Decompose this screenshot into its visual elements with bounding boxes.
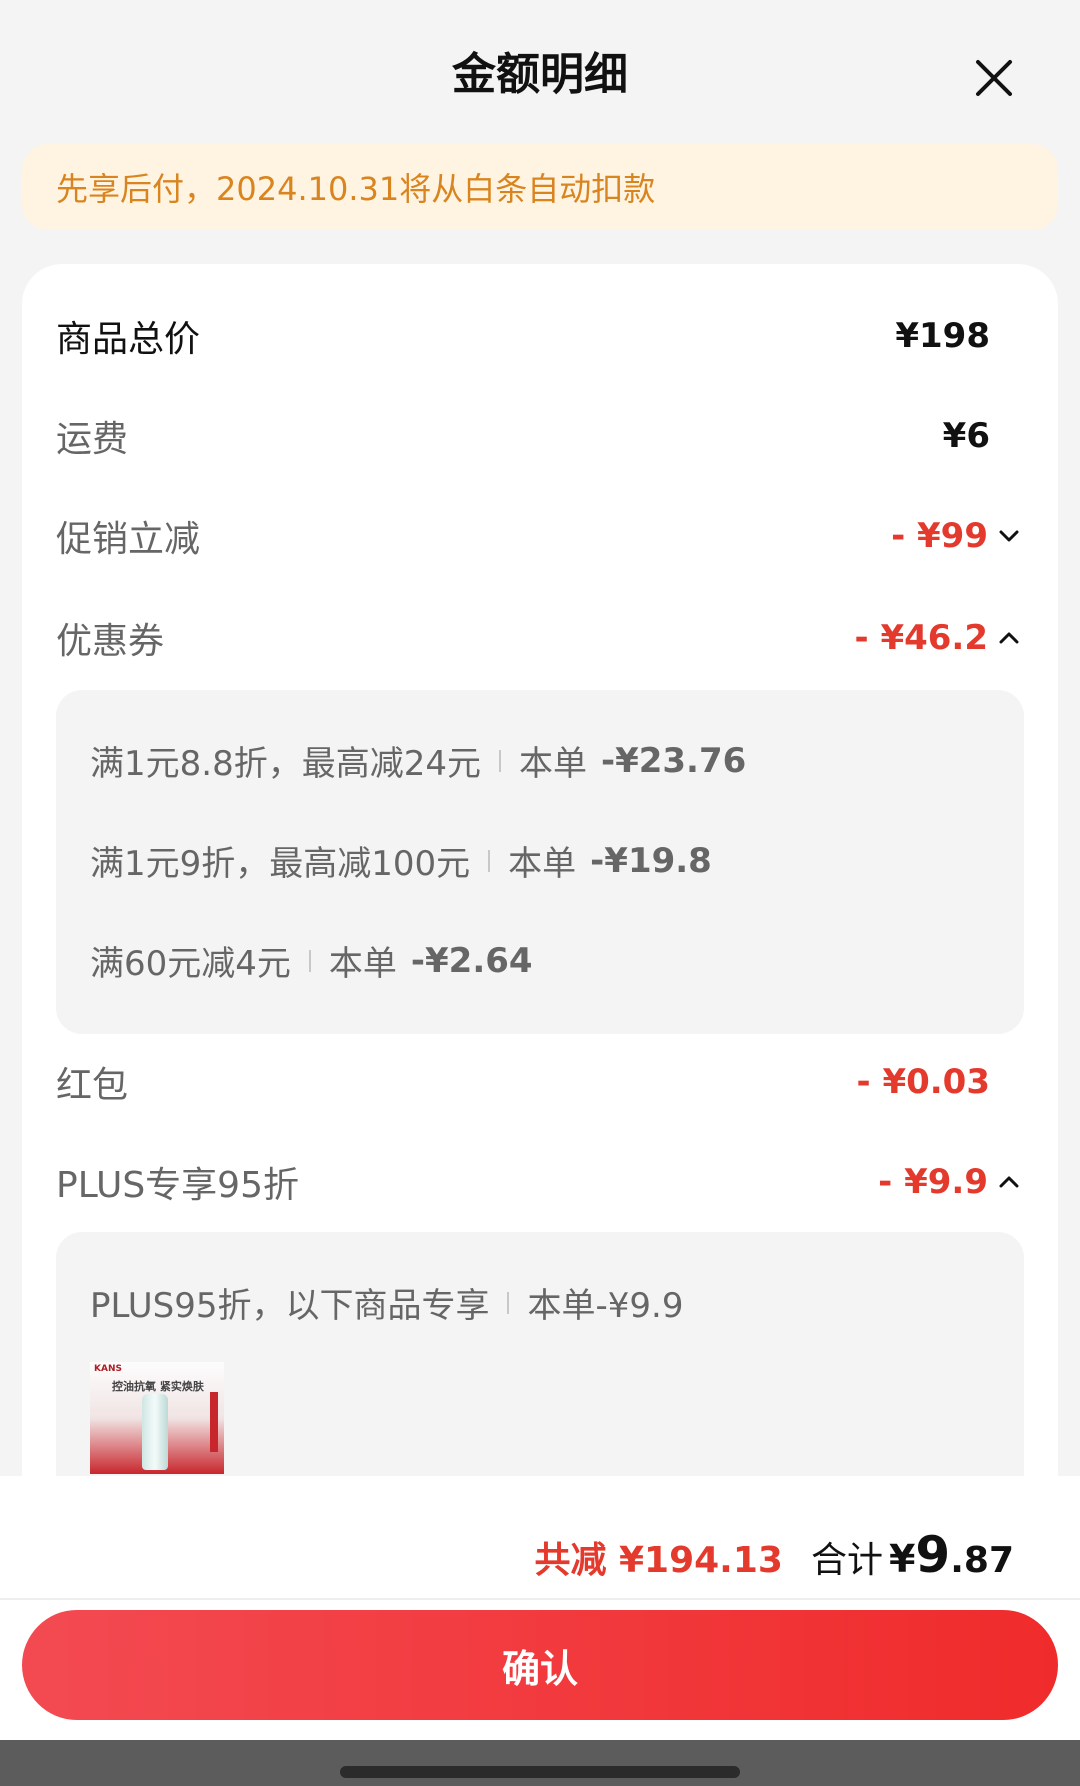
order-label: 本单 xyxy=(508,844,577,884)
product-thumbnail[interactable]: KANS 控油抗氧 紧实焕肤 xyxy=(90,1362,224,1474)
divider xyxy=(488,849,491,872)
total-currency: ¥ xyxy=(888,1537,916,1581)
coupon-detail-panel: 满1元8.8折，最高减24元 本单 -¥23.76 满1元9折，最高减100元 … xyxy=(56,690,1024,1034)
close-icon[interactable] xyxy=(968,52,1020,104)
coupon-desc: 满1元9折，最高减100元 xyxy=(90,844,471,884)
row-label: 商品总价 xyxy=(56,319,201,360)
row-value: - ¥0.03 xyxy=(856,1062,991,1102)
order-label: 本单 xyxy=(518,744,587,784)
coupon-line: 满1元8.8折，最高减24元 本单 -¥23.76 xyxy=(90,736,746,785)
row-plus-discount[interactable]: PLUS专享95折 - ¥9.9 xyxy=(56,1152,1024,1212)
coupon-amount: -¥19.8 xyxy=(590,840,712,881)
home-indicator[interactable] xyxy=(340,1766,740,1778)
product-tagline: 控油抗氧 紧实焕肤 xyxy=(112,1380,204,1393)
payment-notice-text: 先享后付，2024.10.31将从白条自动扣款 xyxy=(56,170,656,208)
product-brand: KANS xyxy=(94,1364,122,1374)
bottom-bar: 共减 ¥194.13 合计 ¥ 9 .87 确认 xyxy=(0,1476,1080,1786)
coupon-line: 满60元减4元 本单 -¥2.64 xyxy=(90,936,533,985)
coupon-desc: 满60元减4元 xyxy=(90,944,291,984)
row-label: PLUS专享95折 xyxy=(56,1165,299,1206)
coupon-line: 满1元9折，最高减100元 本单 -¥19.8 xyxy=(90,836,712,885)
row-value: ¥198 xyxy=(895,316,990,356)
payment-notice: 先享后付，2024.10.31将从白条自动扣款 xyxy=(22,144,1058,230)
page-title: 金额明细 xyxy=(452,49,628,100)
divider xyxy=(308,949,311,972)
price-breakdown-card: 商品总价 ¥198 运费 ¥6 促销立减 - ¥99 优惠券 - ¥46.2 满… xyxy=(22,264,1058,1564)
chevron-up-icon[interactable] xyxy=(994,623,1024,653)
row-label: 运费 xyxy=(56,419,129,460)
row-promotion[interactable]: 促销立减 - ¥99 xyxy=(56,506,1024,566)
plus-desc: PLUS95折，以下商品专享 xyxy=(90,1286,490,1326)
row-value: - ¥46.2 xyxy=(855,618,1025,658)
product-bottle-image xyxy=(142,1394,168,1470)
coupon-amount: -¥23.76 xyxy=(600,740,747,781)
order-label: 本单 xyxy=(328,944,397,984)
chevron-up-icon[interactable] xyxy=(994,1167,1024,1197)
total-integer: 9 xyxy=(915,1526,951,1584)
row-red-packet: 红包 - ¥0.03 xyxy=(56,1052,1024,1112)
confirm-button[interactable]: 确认 xyxy=(22,1610,1058,1720)
row-coupon[interactable]: 优惠券 - ¥46.2 xyxy=(56,608,1024,668)
row-shipping: 运费 ¥6 xyxy=(56,406,1024,466)
total-label: 合计 xyxy=(810,1540,883,1581)
header: 金额明细 xyxy=(0,0,1080,140)
amount-detail-sheet: 金额明细 先享后付，2024.10.31将从白条自动扣款 商品总价 ¥198 运… xyxy=(0,0,1080,1786)
promotion-amount: - ¥99 xyxy=(891,516,988,556)
total-saved: 共减 ¥194.13 xyxy=(534,1540,783,1581)
row-label: 优惠券 xyxy=(56,621,165,662)
row-value: ¥6 xyxy=(942,416,990,456)
row-total-price: 商品总价 ¥198 xyxy=(56,306,1024,366)
total-decimal: .87 xyxy=(950,1540,1014,1581)
product-stripe xyxy=(210,1392,218,1452)
row-value: - ¥99 xyxy=(891,516,1024,556)
divider xyxy=(507,1291,510,1314)
coupon-amount: -¥2.64 xyxy=(410,940,533,981)
plus-line: PLUS95折，以下商品专享 本单-¥9.9 xyxy=(90,1278,683,1327)
total-summary: 共减 ¥194.13 合计 ¥ 9 .87 xyxy=(534,1526,1014,1584)
plus-amount: - ¥9.9 xyxy=(878,1162,988,1202)
row-label: 促销立减 xyxy=(56,519,201,560)
divider xyxy=(498,749,501,772)
system-bar xyxy=(0,1740,1080,1786)
row-value: - ¥9.9 xyxy=(878,1162,1024,1202)
chevron-down-icon[interactable] xyxy=(994,521,1024,551)
divider xyxy=(0,1598,1080,1600)
row-label: 红包 xyxy=(56,1065,129,1106)
coupon-desc: 满1元8.8折，最高减24元 xyxy=(90,744,481,784)
coupon-amount: - ¥46.2 xyxy=(854,618,989,658)
plus-order-amount: 本单-¥9.9 xyxy=(527,1286,684,1326)
